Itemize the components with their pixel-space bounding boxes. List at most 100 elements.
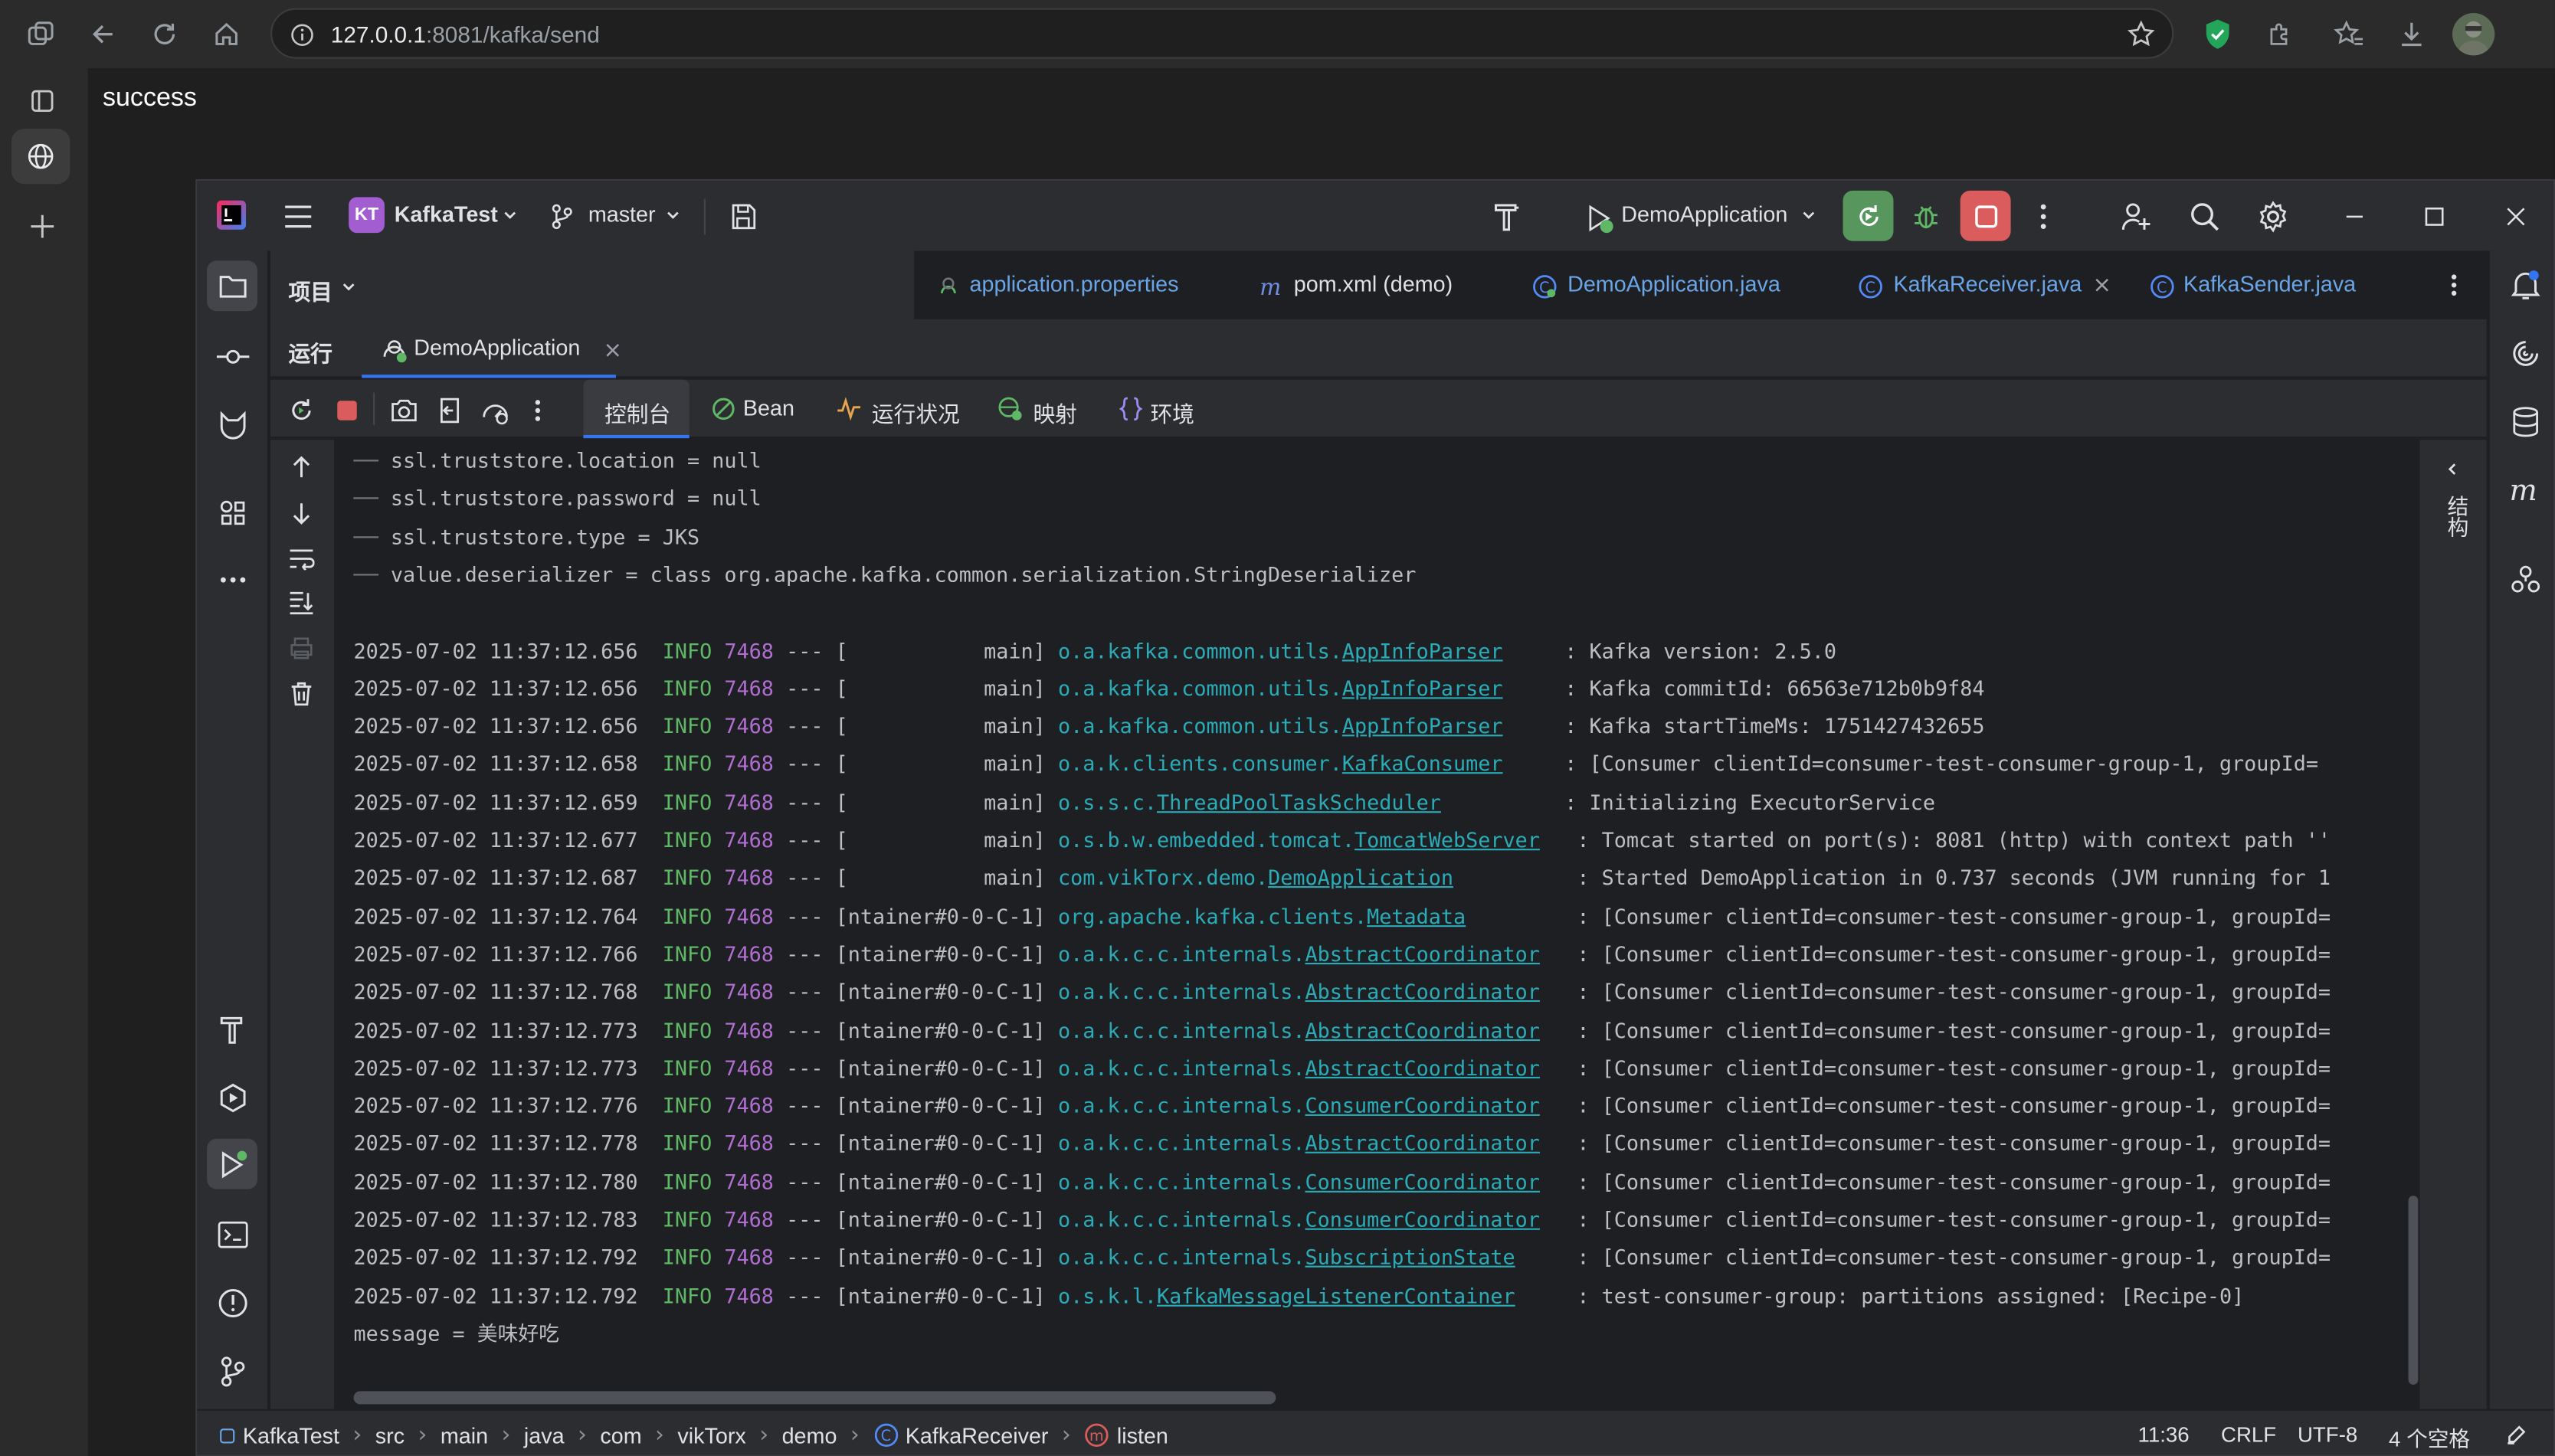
structure-vertical-label[interactable]: 结构 — [2441, 496, 2468, 538]
cursor-position[interactable]: 11:36 — [2138, 1422, 2190, 1447]
log-logger-class-link[interactable]: ConsumerCoordinator — [1305, 1093, 1540, 1117]
console-horizontal-scrollbar[interactable] — [353, 1391, 1276, 1405]
tabs-more-icon[interactable] — [2442, 269, 2465, 302]
settings-gear-icon[interactable] — [2255, 198, 2291, 234]
console-output[interactable]: ── ssl.truststore.location = null ── ssl.… — [337, 440, 2475, 1392]
log-logger-class-link[interactable]: AbstractCoordinator — [1305, 1017, 1540, 1042]
breadcrumb-item[interactable]: demo — [782, 1423, 837, 1448]
gradle-plugin-icon[interactable] — [2506, 561, 2545, 600]
log-logger-class-link[interactable]: Metadata — [1367, 904, 1466, 928]
address-bar[interactable]: 127.0.0.1:8081/kafka/send — [270, 8, 2174, 59]
tab-mappings[interactable]: 映射 — [1033, 396, 1076, 429]
run-config-name[interactable]: DemoApplication — [1621, 202, 1787, 227]
maximize-icon[interactable] — [2416, 198, 2452, 234]
close-run-tab-icon[interactable] — [603, 341, 623, 361]
profile-avatar[interactable] — [2452, 13, 2495, 56]
services-icon[interactable] — [214, 1078, 253, 1117]
more-actions-icon[interactable] — [2029, 198, 2058, 234]
reload-icon[interactable] — [146, 16, 182, 52]
url-text[interactable]: 127.0.0.1:8081/kafka/send — [331, 21, 600, 47]
breadcrumb-item[interactable]: main — [441, 1423, 488, 1448]
shield-icon[interactable] — [2200, 16, 2236, 52]
log-logger-class-link[interactable]: AppInfoParser — [1342, 714, 1503, 738]
tab-console[interactable]: 控制台 — [604, 396, 670, 429]
search-icon[interactable] — [2186, 198, 2223, 234]
log-logger-class-link[interactable]: KafkaMessageListenerContainer — [1157, 1283, 1515, 1307]
breadcrumb-item[interactable]: java — [524, 1423, 565, 1448]
run-tool-icon[interactable] — [207, 1138, 258, 1189]
chevron-left-icon[interactable] — [2441, 458, 2464, 481]
arrow-down-icon[interactable] — [285, 497, 318, 530]
profiler-icon[interactable] — [479, 394, 512, 427]
branch-name[interactable]: master — [588, 202, 656, 227]
branch-icon[interactable] — [549, 202, 575, 231]
home-icon[interactable] — [208, 16, 244, 52]
structure-icon[interactable] — [214, 493, 253, 532]
close-tab-icon[interactable] — [2092, 275, 2112, 295]
git-icon[interactable] — [214, 1352, 253, 1391]
log-logger-class-link[interactable]: AbstractCoordinator — [1305, 941, 1540, 966]
log-logger-class-link[interactable]: AppInfoParser — [1342, 638, 1503, 663]
project-badge[interactable]: KT — [349, 197, 385, 234]
tab-pom-xml[interactable]: pom.xml (demo) — [1294, 251, 1453, 319]
pull-requests-icon[interactable] — [214, 406, 253, 445]
line-separator[interactable]: CRLF — [2221, 1422, 2276, 1447]
arrow-up-icon[interactable] — [285, 451, 318, 484]
log-logger-class-link[interactable]: ConsumerCoordinator — [1305, 1207, 1540, 1232]
soft-wrap-icon[interactable] — [285, 542, 318, 575]
ai-assistant-icon[interactable] — [2506, 334, 2545, 373]
tab-health[interactable]: 运行状况 — [872, 396, 960, 429]
maven-icon[interactable]: m — [2506, 471, 2545, 510]
project-folder-icon[interactable] — [207, 260, 258, 312]
workspaces-icon[interactable] — [23, 16, 59, 52]
breadcrumb-item[interactable]: KafkaTest — [220, 1423, 339, 1448]
more-tools-icon[interactable] — [214, 561, 253, 600]
indent-setting[interactable]: 4 个空格 — [2389, 1422, 2470, 1453]
tab-application-properties[interactable]: application.properties — [970, 251, 1179, 319]
main-menu-icon[interactable] — [282, 201, 315, 234]
breadcrumb-item[interactable]: vikTorx — [677, 1423, 745, 1448]
tab-environment[interactable]: 环境 — [1151, 396, 1194, 429]
clear-trash-icon[interactable] — [285, 678, 318, 711]
minimize-icon[interactable] — [2337, 198, 2373, 234]
add-user-icon[interactable] — [2118, 198, 2154, 234]
console-more-icon[interactable] — [526, 394, 549, 427]
build-hammer-icon[interactable] — [1489, 198, 1525, 234]
terminal-icon[interactable] — [214, 1216, 253, 1255]
extensions-icon[interactable] — [2262, 16, 2298, 52]
log-logger-class-link[interactable]: TomcatWebServer — [1354, 827, 1540, 852]
commit-icon[interactable] — [214, 337, 253, 376]
rerun-icon[interactable] — [285, 394, 318, 427]
project-panel-label[interactable]: 项目 — [288, 273, 332, 306]
database-icon[interactable] — [2506, 402, 2545, 441]
console-scrollbar-thumb[interactable] — [2408, 1196, 2419, 1385]
debug-bug-icon[interactable] — [1908, 198, 1944, 234]
tab-kafka-receiver[interactable]: KafkaReceiver.java — [1893, 251, 2082, 319]
log-logger-class-link[interactable]: DemoApplication — [1268, 865, 1453, 890]
log-logger-class-link[interactable]: ThreadPoolTaskScheduler — [1157, 790, 1441, 814]
log-logger-class-link[interactable]: AbstractCoordinator — [1305, 980, 1540, 1004]
notifications-bell-icon[interactable] — [2506, 266, 2545, 305]
favorite-star-icon[interactable] — [2124, 18, 2157, 51]
stop-button[interactable] — [1960, 190, 2011, 241]
site-info-icon[interactable] — [288, 21, 314, 47]
tab-kafka-sender[interactable]: KafkaSender.java — [2183, 251, 2356, 319]
active-tab-globe-icon[interactable] — [11, 129, 70, 185]
file-encoding[interactable]: UTF-8 — [2298, 1422, 2357, 1447]
run-config-icon[interactable] — [1582, 201, 1618, 237]
chevron-down-icon[interactable] — [663, 205, 683, 225]
chevron-down-icon[interactable] — [339, 277, 359, 297]
log-logger-class-link[interactable]: KafkaConsumer — [1342, 751, 1503, 776]
tab-bean[interactable]: Bean — [743, 396, 794, 420]
camera-icon[interactable] — [388, 394, 421, 427]
log-logger-class-link[interactable]: ConsumerCoordinator — [1305, 1169, 1540, 1193]
build-icon[interactable] — [214, 1010, 253, 1049]
scroll-to-end-icon[interactable] — [285, 587, 318, 620]
favorites-icon[interactable] — [2330, 16, 2366, 52]
log-logger-class-link[interactable]: AbstractCoordinator — [1305, 1131, 1540, 1156]
log-logger-class-link[interactable]: AbstractCoordinator — [1305, 1055, 1540, 1080]
breadcrumb-item[interactable]: src — [375, 1423, 405, 1448]
run-tab-demo-application[interactable]: DemoApplication — [414, 335, 580, 360]
breadcrumb-item[interactable]: m listen — [1084, 1422, 1168, 1448]
downloads-icon[interactable] — [2393, 16, 2429, 52]
